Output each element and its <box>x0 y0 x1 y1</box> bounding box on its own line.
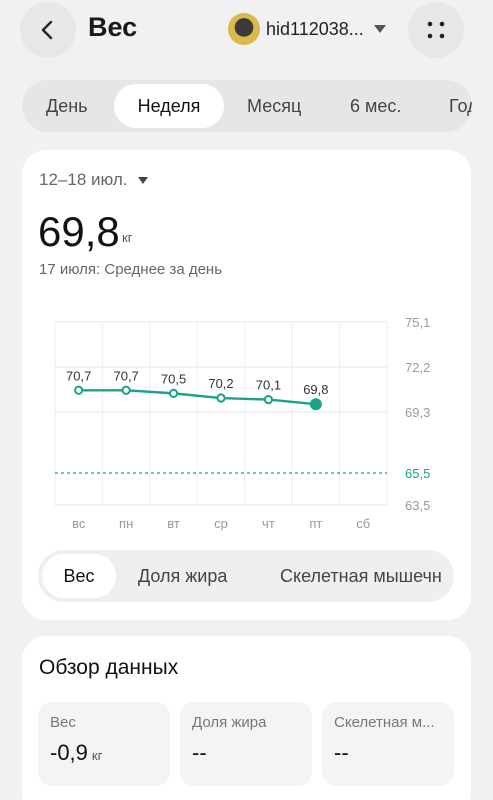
tab-week[interactable]: Неделя <box>114 84 224 128</box>
date-range-label: 12–18 июл. <box>39 170 128 189</box>
data-label: 70,5 <box>161 371 186 386</box>
y-tick-label: 63,5 <box>405 498 430 513</box>
tile-label: Вес <box>50 714 76 731</box>
account-switcher[interactable]: hid112038... <box>228 12 386 46</box>
metric-tab-muscle[interactable]: Скелетная мышечн <box>280 554 442 598</box>
four-dots-icon <box>427 21 445 39</box>
tile-value: -- <box>192 740 207 765</box>
x-tick-label: вс <box>72 516 86 531</box>
tab-year[interactable]: Год <box>449 84 472 128</box>
tile-unit: кг <box>91 748 103 763</box>
data-label: 70,7 <box>66 368 91 383</box>
y-tick-label: 75,1 <box>405 315 430 330</box>
x-tick-label: вт <box>167 516 180 531</box>
data-label: 70,1 <box>256 378 281 393</box>
period-tabs: День Неделя Месяц 6 мес. Год <box>22 80 472 132</box>
tab-month[interactable]: Месяц <box>247 84 301 128</box>
y-tick-label: 72,2 <box>405 360 430 375</box>
x-tick-label: пт <box>309 516 322 531</box>
metric-tab-fat[interactable]: Доля жира <box>138 554 227 598</box>
tile-value: -- <box>334 740 349 765</box>
page-title: Вес <box>88 12 138 42</box>
overview-tile-weight[interactable]: Вес -0,9 кг <box>38 702 170 786</box>
overview-card: Обзор данных Вес -0,9 кг Доля жира -- Ске… <box>22 636 471 800</box>
overview-title: Обзор данных <box>39 656 179 679</box>
data-point <box>74 385 84 395</box>
weight-card: 12–18 июл. 69,8 кг 17 июля: Среднее за д… <box>22 150 471 620</box>
tab-6-months[interactable]: 6 мес. <box>350 84 401 128</box>
tile-value: -0,9 кг <box>50 740 102 766</box>
data-label: 70,2 <box>208 376 233 391</box>
x-tick-label: ср <box>214 516 228 531</box>
metric-tab-weight[interactable]: Вес <box>42 554 116 598</box>
back-button[interactable] <box>20 2 76 58</box>
metric-tabs: Вес Доля жира Скелетная мышечн <box>38 550 454 602</box>
data-point <box>309 398 322 411</box>
data-point <box>263 394 274 405</box>
overview-tile-fat[interactable]: Доля жира -- <box>180 702 312 786</box>
caret-down-icon <box>373 25 386 33</box>
data-point <box>121 385 131 395</box>
tile-number: -0,9 <box>50 740 88 765</box>
more-button[interactable] <box>408 2 464 58</box>
data-point <box>168 388 179 398</box>
date-range-selector[interactable]: 12–18 июл. <box>39 170 148 190</box>
tile-label: Скелетная м... <box>334 714 435 731</box>
current-weight-value: 69,8 <box>38 208 120 255</box>
data-label: 70,7 <box>113 368 138 383</box>
username: hid112038... <box>266 18 364 39</box>
chevron-left-icon <box>41 20 53 40</box>
header: Вес hid112038... <box>0 0 493 62</box>
caret-down-icon <box>137 176 148 184</box>
weight-caption: 17 июля: Среднее за день <box>39 261 223 278</box>
y-tick-label: 69,3 <box>405 405 430 420</box>
current-weight-unit: кг <box>122 230 133 245</box>
data-point <box>216 393 226 403</box>
tab-day[interactable]: День <box>46 84 88 128</box>
tile-label: Доля жира <box>192 714 267 731</box>
weight-chart[interactable]: 75,1 72,2 69,3 65,5 63,5 70,7 70,7 70,5 70,2 70,1… <box>22 300 471 540</box>
x-tick-label: пн <box>119 516 133 531</box>
x-tick-label: чт <box>262 516 275 531</box>
avatar <box>228 13 260 45</box>
x-tick-label: сб <box>356 516 370 531</box>
overview-tile-muscle[interactable]: Скелетная м... -- <box>322 702 454 786</box>
data-label: 69,8 <box>303 382 328 397</box>
target-tick-label: 65,5 <box>405 466 430 481</box>
